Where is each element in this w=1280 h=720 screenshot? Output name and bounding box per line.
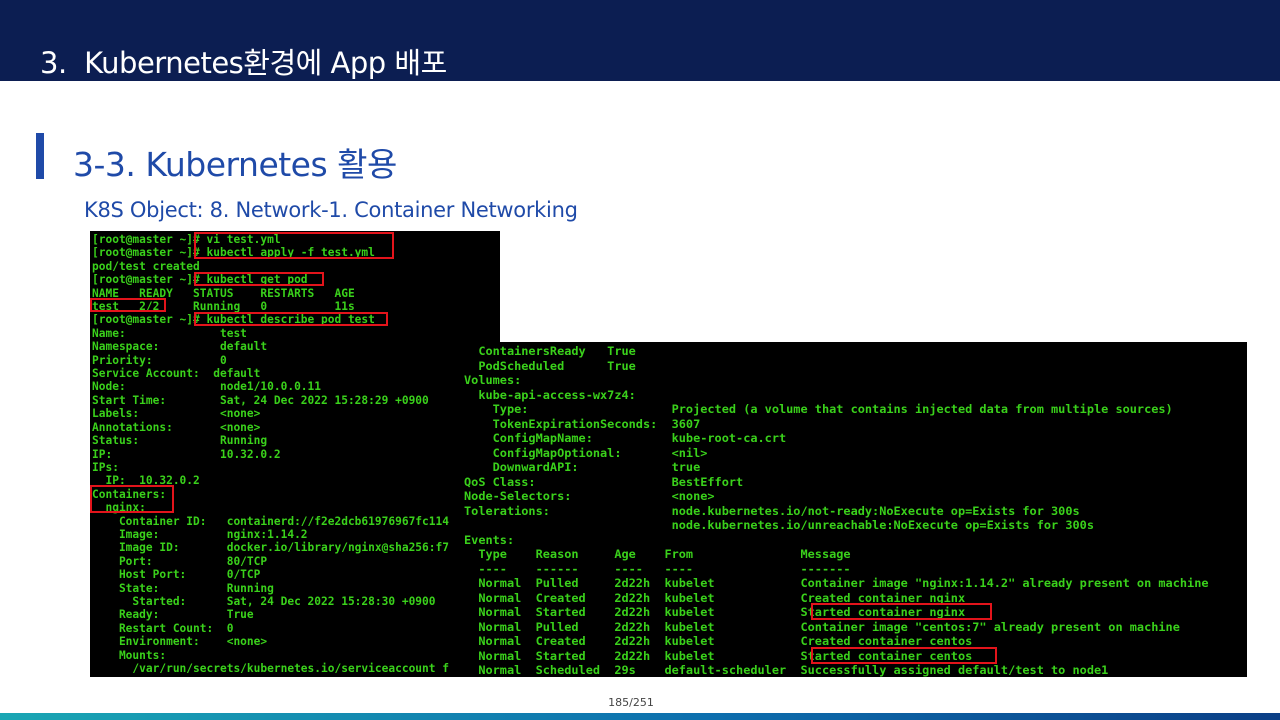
slide-subtitle: K8S Object: 8. Network-1. Container Netw… bbox=[84, 198, 578, 222]
terminal-right-output: ContainersReady True PodScheduled True V… bbox=[464, 344, 1209, 677]
footer-bar bbox=[0, 713, 1280, 720]
page-number: 185/251 bbox=[608, 696, 654, 709]
highlight-get-pod bbox=[194, 272, 324, 286]
highlight-describe-pod bbox=[194, 312, 388, 326]
header-title: 3. Kubernetes환경에 App 배포 bbox=[40, 46, 447, 80]
header-bar: 3. Kubernetes환경에 App 배포 bbox=[0, 0, 1280, 81]
highlight-started-nginx bbox=[811, 603, 992, 620]
terminal-screenshot-right: ContainersReady True PodScheduled True V… bbox=[460, 342, 1247, 677]
section-title: 3-3. Kubernetes 활용 bbox=[73, 145, 397, 184]
highlight-containers bbox=[90, 485, 174, 513]
section-accent-bar bbox=[36, 133, 44, 179]
highlight-ready-count bbox=[90, 298, 166, 312]
highlight-vi-apply bbox=[194, 232, 394, 259]
highlight-started-centos bbox=[811, 647, 997, 664]
